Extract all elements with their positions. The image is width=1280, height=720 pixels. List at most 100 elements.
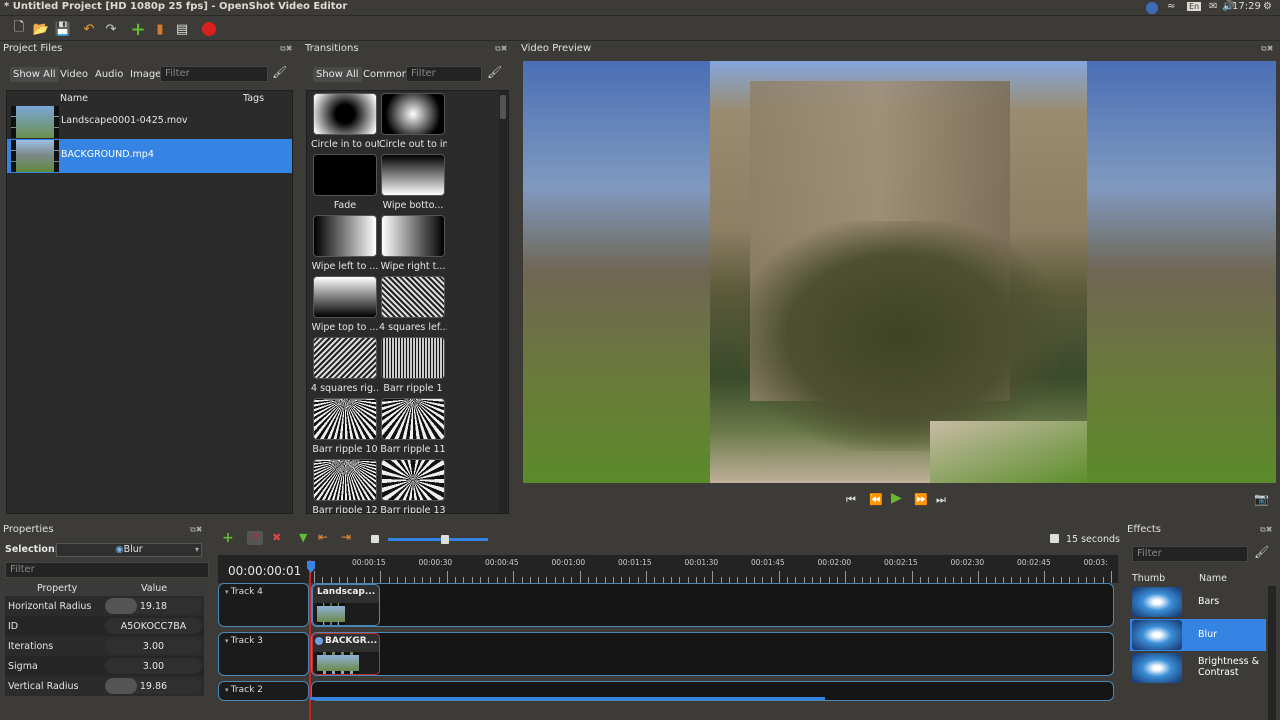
filter-video[interactable]: Video [57, 67, 91, 82]
property-value-field[interactable]: 3.00 [105, 658, 202, 674]
effects-scrollbar[interactable] [1268, 586, 1276, 720]
redo-icon[interactable]: ↷ [102, 20, 120, 38]
playhead[interactable] [309, 560, 311, 720]
scrollbar-handle[interactable] [500, 95, 506, 119]
effects-filter[interactable]: Filter [1132, 546, 1248, 562]
ruler-label: 00:03: [1083, 558, 1108, 567]
track-header[interactable]: ▾ Track 3 [218, 632, 309, 676]
effect-item[interactable]: Bars [1130, 586, 1266, 618]
property-row[interactable]: Horizontal Radius 19.18 [5, 596, 204, 616]
save-project-icon[interactable]: 💾 [54, 20, 72, 38]
center-playhead-icon[interactable] [371, 535, 379, 543]
filter-show-all[interactable]: Show All [10, 67, 59, 82]
track-row[interactable]: ▾ Track 3 BACKGR... [218, 632, 1114, 676]
transition-item[interactable]: 4 squares rig... [311, 337, 379, 397]
transition-item[interactable]: Barr ripple 1 [379, 337, 447, 397]
file-row[interactable]: Landscape0001-0425.mov [7, 105, 292, 139]
transition-item[interactable]: Barr ripple 10 [311, 398, 379, 458]
browser-icon[interactable] [1146, 2, 1158, 14]
selection-dropdown[interactable]: ◉Blur ▾ [56, 543, 202, 557]
add-track-icon[interactable]: + [222, 530, 234, 546]
previous-marker-icon[interactable]: ⇤ [318, 530, 328, 544]
property-row[interactable]: Sigma 3.00 [5, 656, 204, 676]
effect-item[interactable]: Brightness & Contrast [1130, 652, 1266, 684]
import-files-icon[interactable]: + [129, 19, 147, 40]
filter-image[interactable]: Image [127, 67, 164, 82]
dock-float-icon[interactable]: ⧉✖ [495, 44, 507, 54]
fast-forward-icon[interactable]: ⏩ [914, 493, 928, 506]
zoom-slider-handle[interactable] [441, 535, 449, 544]
timeline-ruler[interactable]: 00:00:00:01 00:00:15 00:00:30 00:00:45 00:0… [218, 555, 1118, 583]
transition-item[interactable]: 4 squares lef... [379, 276, 447, 336]
transition-item[interactable]: Wipe top to ... [311, 276, 379, 336]
profile-icon[interactable]: ▮ [151, 20, 169, 38]
camera-icon[interactable]: 📷 [1254, 492, 1269, 506]
export-video-icon[interactable] [200, 20, 218, 38]
transition-item[interactable]: Barr ripple 13 [379, 459, 447, 514]
track-lane[interactable] [311, 632, 1114, 676]
track-header[interactable]: ▾ Track 2 [218, 681, 309, 701]
property-value-field[interactable]: 3.00 [105, 638, 202, 654]
snapping-icon[interactable]: ∩ [247, 531, 263, 545]
track-lane[interactable] [311, 583, 1114, 627]
next-marker-icon[interactable]: ⇥ [341, 530, 351, 544]
dock-float-icon[interactable]: ⧉✖ [190, 525, 202, 535]
transition-item[interactable]: Fade [311, 154, 379, 214]
transitions-scrollbar[interactable] [499, 91, 507, 513]
dock-float-icon[interactable]: ⧉✖ [280, 44, 292, 54]
clock[interactable]: 17:29 [1232, 1, 1261, 12]
file-row-selected[interactable]: BACKGROUND.mp4 [7, 139, 292, 173]
transitions-title: Transitions [305, 43, 359, 54]
transition-item[interactable]: Barr ripple 12 [311, 459, 379, 514]
jump-end-icon[interactable]: ⏭ [936, 493, 946, 507]
wifi-icon[interactable]: ≈ [1167, 1, 1175, 12]
filter-common[interactable]: Common [360, 67, 411, 82]
gear-icon[interactable]: ⚙ [1263, 1, 1272, 12]
undo-icon[interactable]: ↶ [80, 20, 98, 38]
open-project-icon[interactable]: 📂 [32, 20, 50, 38]
filter-show-all[interactable]: Show All [313, 67, 362, 82]
dock-float-icon[interactable]: ⧉✖ [1260, 525, 1272, 535]
timeline-clip[interactable]: Landscap... [312, 584, 380, 626]
property-row[interactable]: Iterations 3.00 [5, 636, 204, 656]
play-icon[interactable]: ▶ [891, 490, 902, 506]
clear-filter-icon[interactable]: 🖌 [1254, 545, 1269, 559]
keyboard-indicator[interactable]: En [1187, 2, 1202, 11]
transition-item[interactable]: Circle out to in [379, 93, 447, 153]
clear-filter-icon[interactable]: 🖌 [487, 65, 502, 79]
jump-start-icon[interactable]: ⏮ [846, 493, 856, 507]
email-icon[interactable]: ✉ [1209, 1, 1217, 12]
razor-icon[interactable]: ✖ [272, 531, 281, 544]
transitions-filter[interactable]: Filter [406, 66, 482, 82]
rewind-icon[interactable]: ⏪ [869, 493, 883, 506]
clear-filter-icon[interactable]: 🖌 [272, 65, 287, 79]
new-project-icon[interactable]: 🗋 [10, 20, 28, 38]
property-value-field[interactable]: 19.18 [105, 598, 202, 614]
filter-audio[interactable]: Audio [92, 67, 126, 82]
add-marker-icon[interactable]: ▼ [299, 531, 307, 544]
transition-label: Barr ripple 12 [312, 505, 378, 514]
transition-label: Barr ripple 13 [380, 505, 446, 514]
fullscreen-icon[interactable]: ▤ [173, 20, 191, 38]
property-value-field[interactable]: A5OKOCC7BA [105, 618, 202, 634]
property-value-field[interactable]: 19.86 [105, 678, 202, 694]
track-header[interactable]: ▾ Track 4 [218, 583, 309, 627]
title-bar: * Untitled Project [HD 1080p 25 fps] - O… [0, 0, 1280, 16]
track-row[interactable]: ▾ Track 4 Landscap... [218, 583, 1114, 627]
timeline-clip[interactable]: BACKGR... [312, 633, 380, 675]
properties-filter[interactable]: Filter [5, 562, 209, 578]
property-row[interactable]: Vertical Radius 19.86 [5, 676, 204, 696]
transition-item[interactable]: Wipe botto... [379, 154, 447, 214]
dock-float-icon[interactable]: ⧉✖ [1261, 44, 1273, 54]
project-files-filter[interactable]: Filter [160, 66, 268, 82]
ruler-tick [380, 571, 382, 583]
effect-item[interactable]: Blur [1130, 619, 1266, 651]
timeline-hscroll[interactable] [310, 697, 825, 700]
transition-item[interactable]: Wipe right t... [379, 215, 447, 275]
zoom-checkbox[interactable] [1050, 534, 1059, 543]
transition-item[interactable]: Wipe left to ... [311, 215, 379, 275]
property-row[interactable]: ID A5OKOCC7BA [5, 616, 204, 636]
transition-item[interactable]: Barr ripple 11 [379, 398, 447, 458]
zoom-slider[interactable] [388, 535, 488, 544]
transition-item[interactable]: Circle in to out [311, 93, 379, 153]
